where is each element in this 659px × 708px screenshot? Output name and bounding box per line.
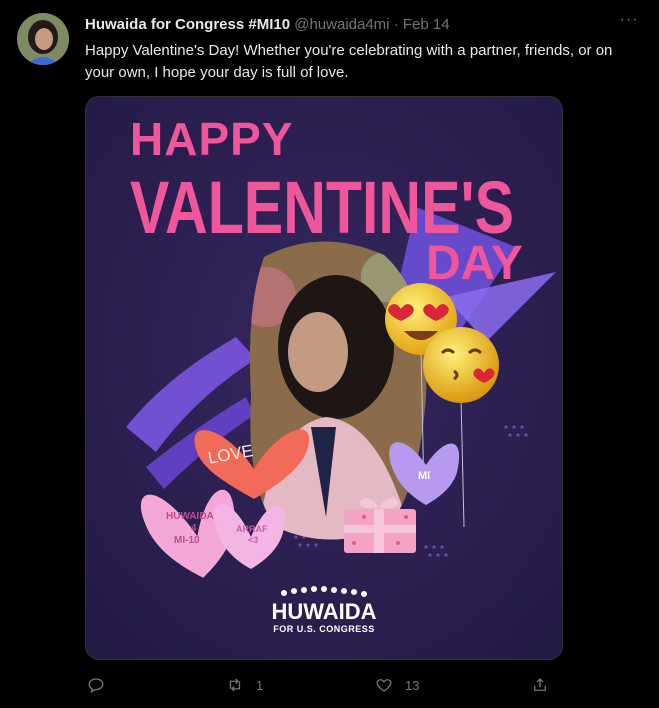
svg-text:HUWAIDA: HUWAIDA: [166, 511, 214, 522]
like-count: 13: [405, 677, 420, 693]
tweet[interactable]: Huwaida for Congress #MI10 @huwaida4mi ·…: [0, 0, 659, 708]
svg-text:MI: MI: [418, 470, 430, 482]
headline-line3: DAY: [426, 237, 523, 290]
share-icon: [534, 678, 546, 691]
headline-line1: HAPPY: [130, 113, 293, 165]
tweet-actions: 1 13: [85, 672, 555, 698]
reply-icon: [88, 678, 104, 694]
like-icon: [376, 679, 392, 692]
author-name[interactable]: Huwaida for Congress #MI10: [85, 16, 290, 33]
svg-text:MI-10: MI-10: [174, 535, 200, 546]
svg-text:HUWAIDA: HUWAIDA: [271, 599, 376, 624]
tweet-date[interactable]: Feb 14: [403, 16, 450, 33]
kiss-emoji-balloon: [423, 327, 499, 403]
retweet-count: 1: [256, 677, 264, 693]
reply-button[interactable]: [87, 672, 117, 698]
author-avatar[interactable]: [17, 13, 69, 65]
tweet-media-image[interactable]: HAPPY VALENTINE'S DAY LOVE HUWAIDA 4 MI-…: [85, 96, 563, 660]
svg-text:ARRAF: ARRAF: [236, 524, 268, 534]
svg-text:FOR U.S. CONGRESS: FOR U.S. CONGRESS: [273, 624, 375, 634]
separator-dot: ·: [393, 16, 399, 33]
svg-text:<3: <3: [248, 535, 258, 545]
tweet-text: Happy Valentine's Day! Whether you're ce…: [85, 42, 613, 81]
like-button[interactable]: 13: [375, 672, 419, 698]
tweet-header: Huwaida for Congress #MI10 @huwaida4mi ·…: [85, 14, 645, 36]
retweet-icon: [229, 678, 241, 692]
retweet-button[interactable]: 1: [226, 672, 263, 698]
author-handle[interactable]: @huwaida4mi: [294, 16, 389, 33]
more-icon[interactable]: ···: [619, 12, 639, 32]
svg-text:4: 4: [191, 523, 197, 534]
share-button[interactable]: [531, 672, 549, 698]
